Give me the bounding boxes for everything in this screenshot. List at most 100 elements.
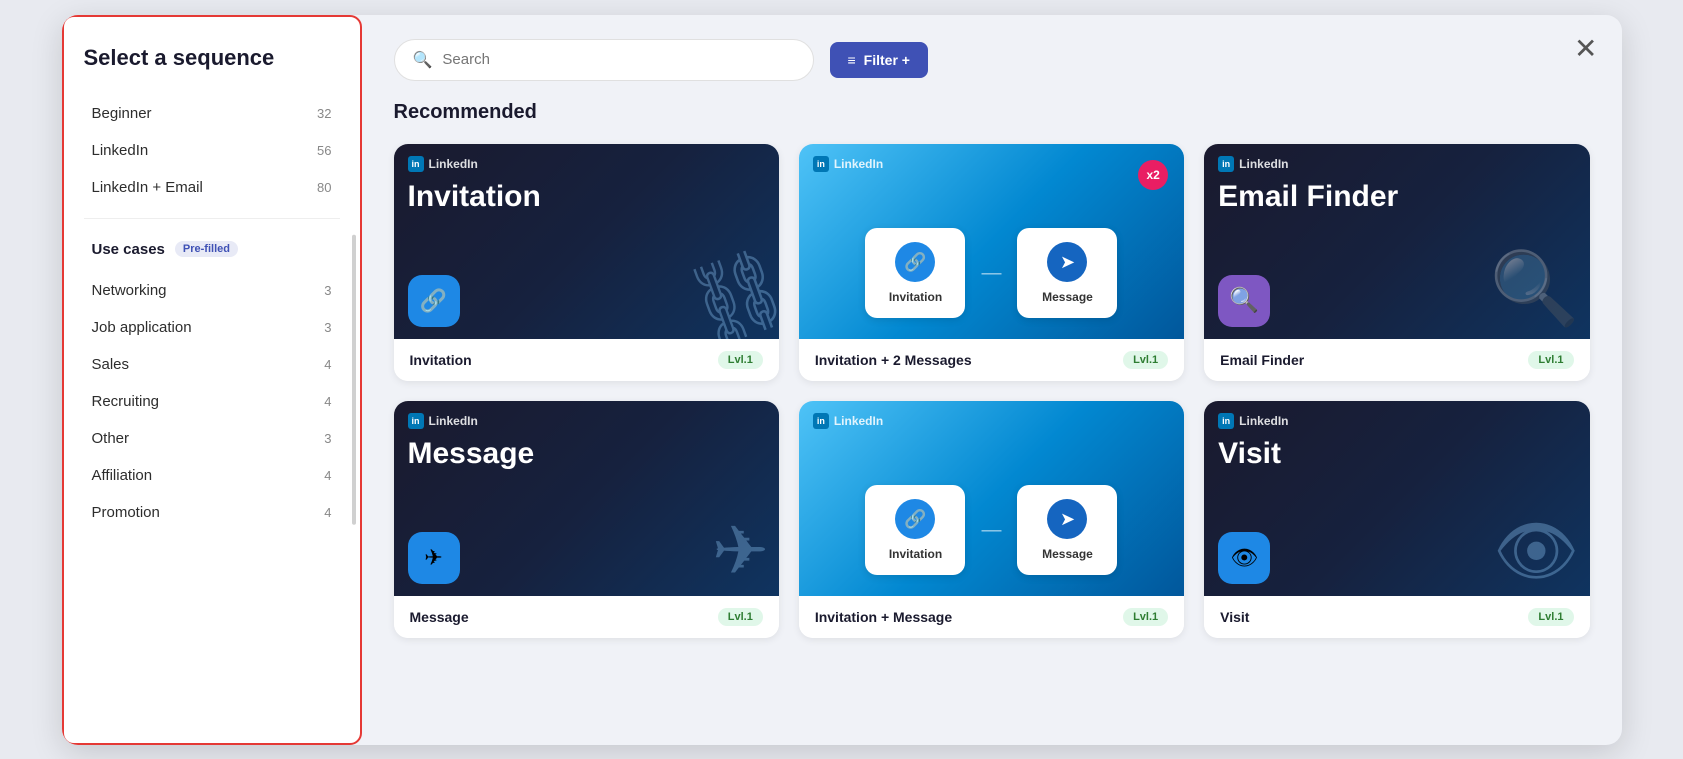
level-badge: Lvl.1	[718, 608, 763, 626]
card-platform-tag: in LinkedIn	[394, 144, 779, 176]
filter-icon: ≡	[848, 52, 856, 68]
card-image-message: in LinkedIn Message ✈ ✈	[394, 401, 779, 596]
search-box: 🔍	[394, 39, 814, 81]
use-cases-header: Use cases Pre-filled	[84, 231, 340, 268]
sidebar-item-linkedin-email[interactable]: LinkedIn + Email 80	[84, 169, 340, 206]
filter-button[interactable]: ≡ Filter +	[830, 42, 928, 78]
sidebar-item-job-application[interactable]: Job application 3	[84, 309, 340, 346]
flow-arrow-icon: —	[981, 519, 1001, 542]
level-badge: Lvl.1	[1123, 351, 1168, 369]
card-platform-tag: in LinkedIn	[1204, 401, 1589, 433]
main-content: 🔍 ≡ Filter + Recommended in LinkedIn Inv…	[362, 15, 1622, 745]
card-email-finder[interactable]: in LinkedIn Email Finder 🔍 🔍 Email Finde…	[1204, 144, 1589, 381]
modal-container: Select a sequence Beginner 32 LinkedIn 5…	[62, 15, 1622, 745]
sidebar: Select a sequence Beginner 32 LinkedIn 5…	[62, 15, 362, 745]
platform-label: LinkedIn	[1239, 157, 1288, 171]
card-icon-area: ✈	[408, 532, 460, 584]
sidebar-item-sales[interactable]: Sales 4	[84, 346, 340, 383]
flow-diagram-2: 🔗 Invitation — ➤ Message	[799, 433, 1184, 596]
card-title: Invitation	[394, 176, 779, 213]
flow-node-invitation: 🔗 Invitation	[865, 485, 965, 575]
card-footer-inv2msg: Invitation + 2 Messages Lvl.1	[799, 339, 1184, 381]
card-footer-name: Invitation + Message	[815, 609, 952, 625]
search-icon: 🔍	[413, 50, 433, 70]
card-footer-name: Invitation + 2 Messages	[815, 352, 972, 368]
card-platform-tag: in LinkedIn	[394, 401, 779, 433]
card-message[interactable]: in LinkedIn Message ✈ ✈ Message Lvl.1	[394, 401, 779, 638]
flow-node-message2: ➤ Message	[1017, 485, 1117, 575]
card-platform-tag: in LinkedIn	[799, 144, 1184, 176]
flow-arrow-icon: —	[981, 262, 1001, 285]
sidebar-item-recruiting[interactable]: Recruiting 4	[84, 383, 340, 420]
sidebar-item-affiliation[interactable]: Affiliation 4	[84, 457, 340, 494]
sidebar-item-count: 4	[324, 505, 331, 520]
linkedin-icon: in	[408, 413, 424, 429]
plane-decoration-icon: ✈	[712, 512, 769, 591]
sidebar-item-label: Other	[92, 430, 130, 447]
card-invitation-message[interactable]: in LinkedIn 🔗 Invitation — ➤ Message	[799, 401, 1184, 638]
flow-diagram: 🔗 Invitation — ➤ Message	[799, 176, 1184, 339]
flow-node-label: Invitation	[883, 547, 947, 561]
platform-label: LinkedIn	[1239, 414, 1288, 428]
sidebar-item-count: 4	[324, 468, 331, 483]
filter-label: Filter +	[864, 52, 910, 68]
sidebar-item-label: Promotion	[92, 504, 160, 521]
cards-grid: in LinkedIn Invitation 🔗 ⛓ Invitation Lv…	[394, 144, 1590, 638]
card-footer-visit: Visit Lvl.1	[1204, 596, 1589, 638]
eye-icon: 👁	[1218, 532, 1270, 584]
card-invitation-2-messages[interactable]: in LinkedIn 🔗 Invitation — ➤ Message	[799, 144, 1184, 381]
platform-label: LinkedIn	[834, 157, 883, 171]
level-badge: Lvl.1	[1528, 608, 1573, 626]
sidebar-use-cases-section: Networking 3 Job application 3 Sales 4 R…	[84, 272, 340, 531]
card-title: Visit	[1204, 433, 1589, 470]
chain-decoration-icon: ⛓	[674, 235, 779, 339]
use-cases-label: Use cases	[92, 241, 165, 258]
linkedin-icon: in	[1218, 156, 1234, 172]
sidebar-divider	[84, 218, 340, 219]
flow-node-invitation: 🔗 Invitation	[865, 228, 965, 318]
search-input[interactable]	[442, 51, 794, 68]
sidebar-title: Select a sequence	[84, 45, 340, 71]
card-footer-name: Message	[410, 609, 469, 625]
plane-icon: ✈	[408, 532, 460, 584]
sidebar-item-label: Sales	[92, 356, 130, 373]
card-image-invitation: in LinkedIn Invitation 🔗 ⛓	[394, 144, 779, 339]
card-footer-invitation: Invitation Lvl.1	[394, 339, 779, 381]
linkedin-icon: in	[813, 413, 829, 429]
sidebar-item-other[interactable]: Other 3	[84, 420, 340, 457]
card-platform-tag: in LinkedIn	[799, 401, 1184, 433]
card-visit[interactable]: in LinkedIn Visit 👁 👁 Visit Lvl.1	[1204, 401, 1589, 638]
level-badge: Lvl.1	[1528, 351, 1573, 369]
sidebar-item-linkedin[interactable]: LinkedIn 56	[84, 132, 340, 169]
sidebar-top-section: Beginner 32 LinkedIn 56 LinkedIn + Email…	[84, 95, 340, 206]
sidebar-item-networking[interactable]: Networking 3	[84, 272, 340, 309]
sidebar-item-promotion[interactable]: Promotion 4	[84, 494, 340, 531]
close-button[interactable]: ✕	[1574, 35, 1597, 63]
card-footer-name: Email Finder	[1220, 352, 1304, 368]
scrollbar[interactable]	[352, 234, 356, 524]
card-image-visit: in LinkedIn Visit 👁 👁	[1204, 401, 1589, 596]
sidebar-item-beginner[interactable]: Beginner 32	[84, 95, 340, 132]
sidebar-item-count: 3	[324, 320, 331, 335]
search-circle-icon: 🔍	[1218, 275, 1270, 327]
platform-label: LinkedIn	[429, 157, 478, 171]
platform-label: LinkedIn	[429, 414, 478, 428]
flow-node-icon-message: ➤	[1047, 242, 1087, 282]
flow-node-icon-message: ➤	[1047, 499, 1087, 539]
sidebar-item-count: 4	[324, 394, 331, 409]
linkedin-icon: in	[1218, 413, 1234, 429]
sidebar-item-count: 32	[317, 106, 331, 121]
card-icon-area: 🔗	[408, 275, 460, 327]
platform-label: LinkedIn	[834, 414, 883, 428]
eye-decoration-icon: 👁	[1493, 511, 1579, 591]
pre-filled-badge: Pre-filled	[175, 241, 238, 257]
card-invitation[interactable]: in LinkedIn Invitation 🔗 ⛓ Invitation Lv…	[394, 144, 779, 381]
card-image-email-finder: in LinkedIn Email Finder 🔍 🔍	[1204, 144, 1589, 339]
card-icon-area: 👁	[1218, 532, 1270, 584]
sidebar-item-label: LinkedIn	[92, 142, 149, 159]
linkedin-icon: in	[408, 156, 424, 172]
sidebar-item-label: Recruiting	[92, 393, 160, 410]
sidebar-item-count: 3	[324, 283, 331, 298]
sidebar-item-count: 4	[324, 357, 331, 372]
card-footer-inv-msg: Invitation + Message Lvl.1	[799, 596, 1184, 638]
